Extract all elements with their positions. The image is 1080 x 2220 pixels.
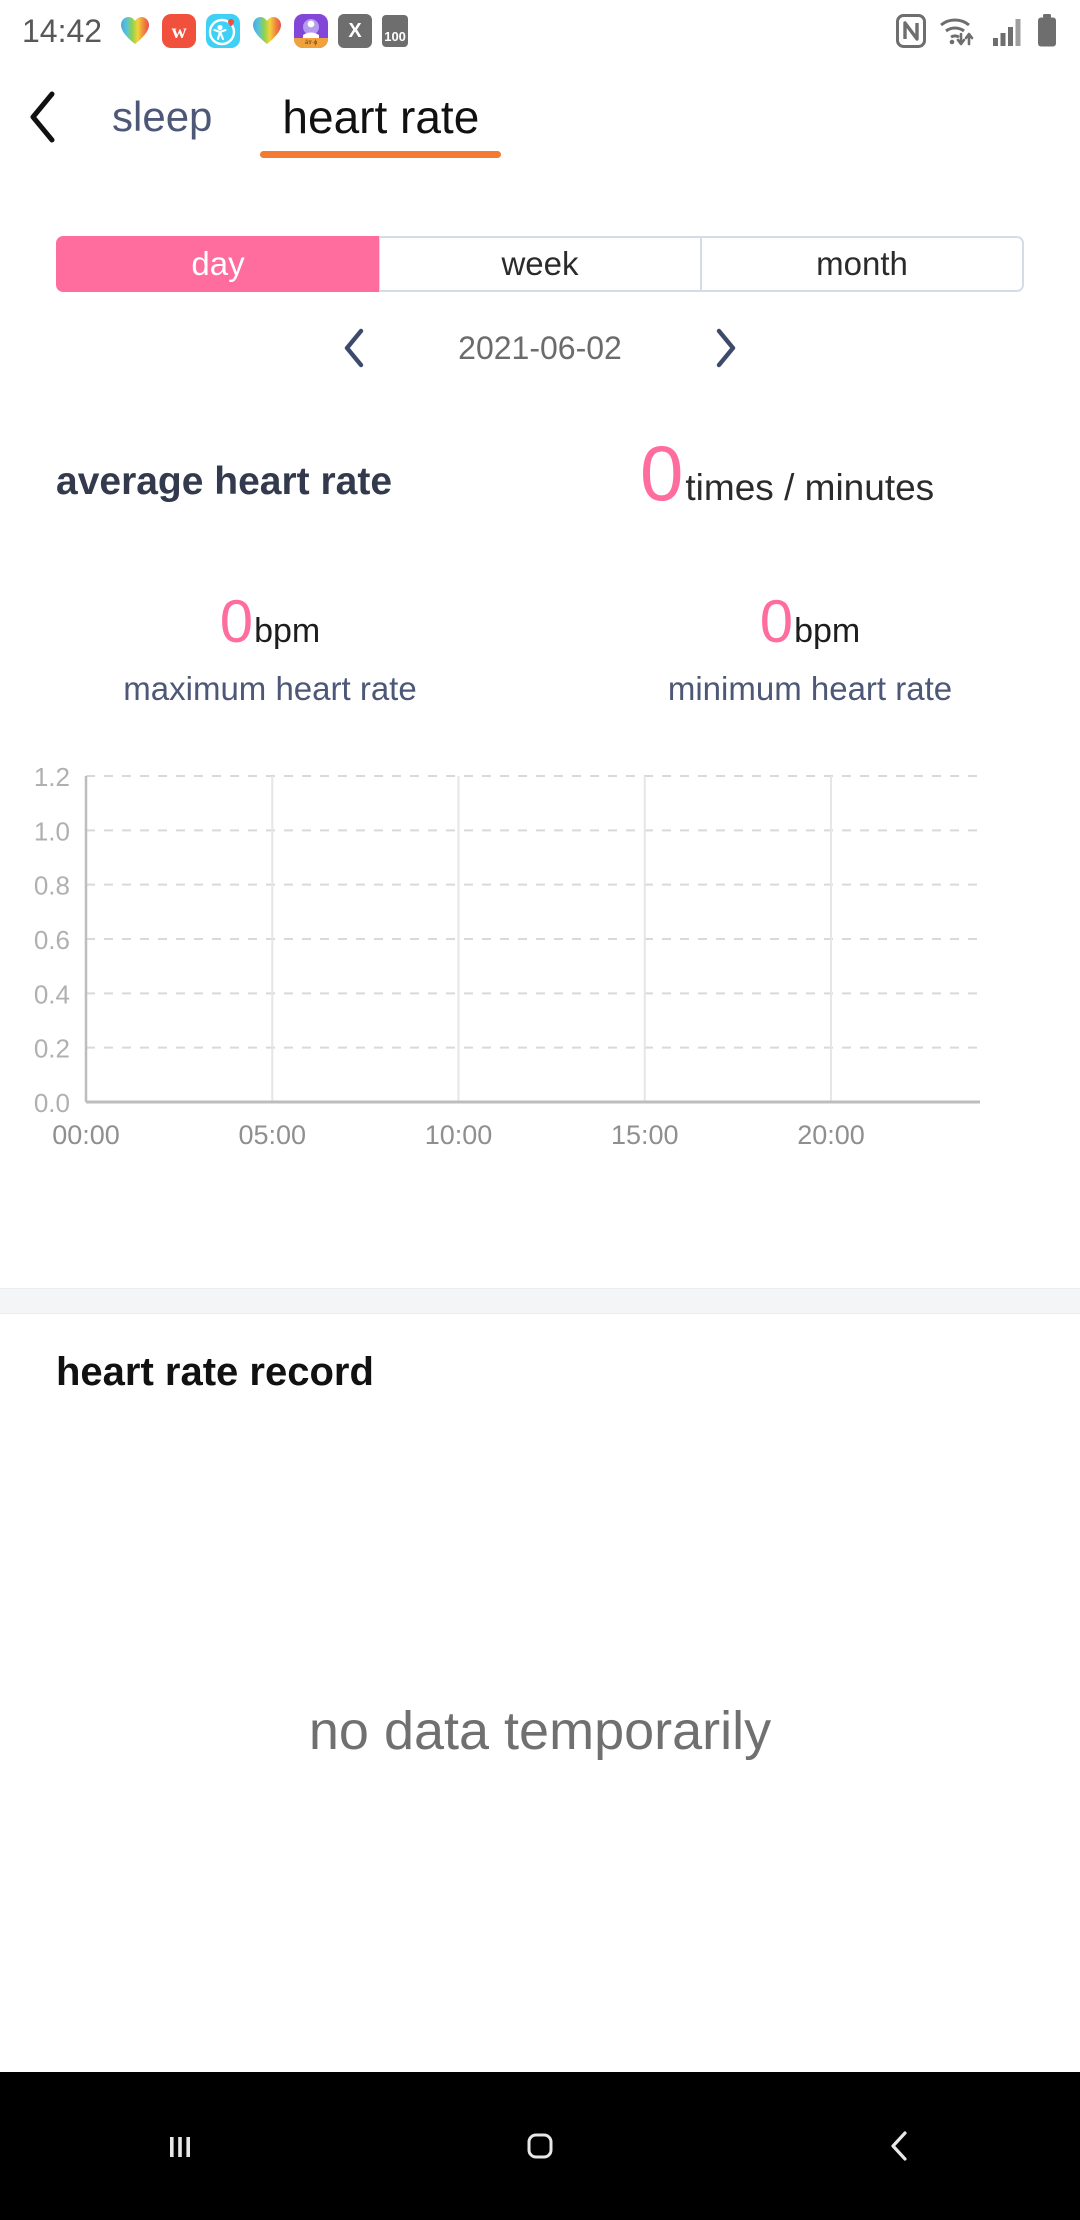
y-axis-tick-label: 1.0: [34, 816, 70, 846]
chevron-left-system-icon: [891, 2131, 907, 2161]
segment-option-week[interactable]: week: [379, 236, 701, 292]
tab-heart-rate-label: heart rate: [282, 91, 480, 143]
recents-icon: [170, 2137, 190, 2157]
section-separator: [0, 1288, 1080, 1314]
status-bar-clock: 14:42: [22, 12, 103, 49]
average-heart-rate-value-group: 0 times / minutes: [640, 434, 934, 512]
x-axis-tick-label: 00:00: [52, 1120, 120, 1150]
heart-rate-chart-svg: 0.0 0.2 0.4 0.6 0.8 1.0 1.2 00:00 05:00 10:00 15:0…: [34, 762, 980, 1150]
battery-100-icon: 100: [382, 15, 409, 47]
active-tab-underline: [260, 151, 502, 158]
recents-button[interactable]: [0, 2124, 360, 2168]
heart-rate-chart: 0.0 0.2 0.4 0.6 0.8 1.0 1.2 00:00 05:00 10:00 15:0…: [0, 750, 1080, 1170]
empty-state-message: no data temporarily: [308, 1701, 772, 1761]
minimum-heart-rate-card: 0 bpm minimum heart rate: [540, 592, 1080, 708]
x-axis-tick-label: 10:00: [425, 1120, 493, 1150]
sim-x-icon: X: [338, 14, 373, 48]
selected-date[interactable]: 2021-06-02: [400, 330, 680, 367]
x-axis-tick-label: 05:00: [238, 1120, 306, 1150]
purple-app-icon: áɤ·ɸ: [294, 14, 329, 48]
status-bar: 14:42 w áɤ·ɸ X 100: [0, 0, 1080, 62]
rainbow-heart-app-icon: [118, 14, 152, 48]
top-nav: sleep heart rate: [0, 62, 1080, 172]
y-axis-tick-label: 0.4: [34, 979, 70, 1009]
maximum-heart-rate-card: 0 bpm maximum heart rate: [0, 592, 540, 708]
y-axis-tick-label: 0.0: [34, 1088, 70, 1118]
y-axis-tick-label: 0.8: [34, 871, 70, 901]
battery-icon: [1036, 14, 1058, 48]
maximum-heart-rate-unit: bpm: [254, 612, 321, 650]
home-button[interactable]: [360, 2124, 720, 2168]
record-section-background: [0, 1314, 1080, 2072]
chevron-left-small-icon: [344, 328, 364, 368]
rainbow-heart-app-icon-2: [250, 14, 284, 48]
segment-option-month[interactable]: month: [701, 236, 1024, 292]
status-bar-notification-icons: w áɤ·ɸ X 100: [118, 14, 409, 48]
maximum-heart-rate-value-group: 0 bpm: [220, 592, 321, 652]
heart-rate-record-title: heart rate record: [56, 1350, 374, 1394]
minimum-heart-rate-unit: bpm: [794, 612, 861, 650]
wifi-transfer-icon: [938, 14, 980, 48]
weibo-app-icon: w: [162, 14, 197, 48]
y-axis-tick-label: 0.2: [34, 1034, 70, 1064]
average-heart-rate-unit: times / minutes: [685, 467, 935, 508]
cellular-signal-icon: [992, 14, 1024, 48]
segment-option-day[interactable]: day: [56, 236, 379, 292]
range-segment-control: day week month: [56, 236, 1024, 292]
previous-date-button[interactable]: [310, 318, 400, 378]
back-button[interactable]: [0, 62, 86, 172]
tab-heart-rate[interactable]: heart rate: [256, 62, 505, 172]
nfc-icon: [896, 14, 926, 48]
x-axis-tick-label: 15:00: [611, 1120, 679, 1150]
app-root: 14:42 w áɤ·ɸ X 100 sleep heart rate day …: [0, 0, 1080, 2220]
chevron-right-small-icon: [716, 328, 736, 368]
chevron-left-icon: [30, 91, 55, 143]
date-navigator: 2021-06-02: [0, 318, 1080, 378]
next-date-button[interactable]: [680, 318, 770, 378]
home-circle-icon: [527, 2133, 553, 2159]
average-heart-rate-value: 0: [640, 429, 684, 517]
average-heart-rate-label: average heart rate: [56, 460, 393, 503]
system-back-button[interactable]: [720, 2124, 1080, 2168]
maximum-heart-rate-label: maximum heart rate: [123, 670, 417, 707]
minimum-heart-rate-value-group: 0 bpm: [760, 592, 861, 652]
maximum-heart-rate-value: 0: [219, 588, 254, 655]
minimum-heart-rate-label: minimum heart rate: [667, 670, 953, 707]
status-bar-system-icons: [896, 14, 1058, 48]
minimum-heart-rate-value: 0: [759, 588, 794, 655]
android-navigation-bar: [0, 2072, 1080, 2220]
health-person-app-icon: [206, 14, 241, 48]
tab-sleep-label: sleep: [112, 93, 213, 140]
y-axis-tick-label: 1.2: [34, 762, 70, 792]
tab-sleep[interactable]: sleep: [86, 62, 238, 172]
min-max-row: 0 bpm maximum heart rate 0 bpm minimum h…: [0, 592, 1080, 708]
average-heart-rate-row: average heart rate 0 times / minutes: [0, 434, 1080, 532]
purple-app-icon-band: áɤ·ɸ: [294, 38, 329, 48]
x-axis-tick-label: 20:00: [797, 1120, 865, 1150]
y-axis-tick-label: 0.6: [34, 925, 70, 955]
